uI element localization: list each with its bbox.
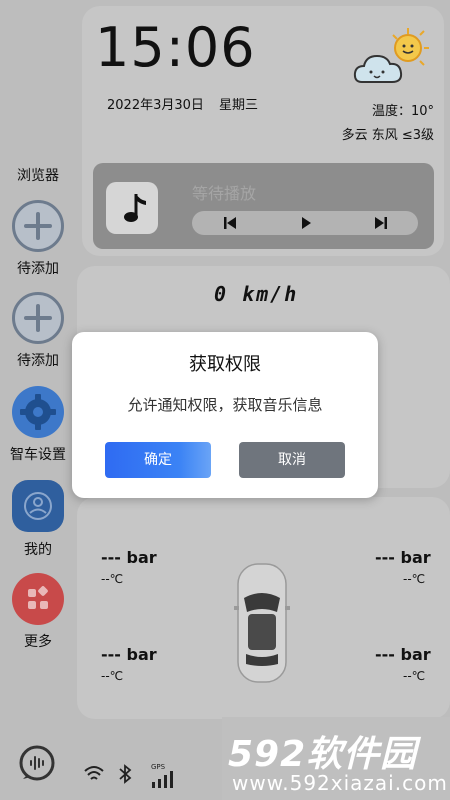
previous-track-icon[interactable] bbox=[222, 215, 238, 231]
sidebar-item-car-settings-label[interactable]: 智车设置 bbox=[0, 444, 76, 464]
clock-time: 15:06 bbox=[95, 16, 256, 79]
voice-assistant-icon[interactable] bbox=[18, 744, 56, 782]
watermark-url: www.592xiazai.com bbox=[232, 771, 448, 795]
bluetooth-icon bbox=[117, 764, 133, 784]
sidebar-item-add-2-label[interactable]: 待添加 bbox=[0, 350, 76, 370]
cloud-sun-icon bbox=[352, 26, 430, 92]
next-track-icon[interactable] bbox=[373, 215, 389, 231]
confirm-button[interactable]: 确定 bbox=[105, 442, 211, 478]
signal-strength-icon bbox=[150, 770, 178, 788]
temperature-text: 温度：10° bbox=[371, 104, 434, 119]
apps-more-icon[interactable] bbox=[12, 573, 64, 625]
tire-rear-left-temp: --℃ bbox=[101, 669, 124, 683]
weekday-text: 星期三 bbox=[219, 98, 259, 113]
music-status-text: 等待播放 bbox=[192, 184, 257, 203]
wifi-icon bbox=[83, 765, 105, 783]
tire-front-left-pressure: --- bar bbox=[101, 548, 157, 567]
sidebar-item-add-1-label[interactable]: 待添加 bbox=[0, 258, 76, 278]
user-icon[interactable] bbox=[12, 480, 64, 532]
music-note-icon bbox=[106, 182, 158, 234]
add-shortcut-2-icon[interactable] bbox=[12, 292, 64, 344]
tire-rear-right-pressure: --- bar bbox=[375, 645, 431, 664]
watermark-brand: 592软件园 bbox=[228, 734, 418, 775]
play-icon[interactable] bbox=[298, 215, 314, 231]
sidebar-browser-label[interactable]: 浏览器 bbox=[0, 165, 76, 185]
permission-dialog: 获取权限 允许通知权限，获取音乐信息 确定 取消 bbox=[72, 332, 378, 498]
car-top-view-icon bbox=[232, 560, 292, 686]
dialog-message: 允许通知权限，获取音乐信息 bbox=[127, 396, 323, 414]
tire-front-right-pressure: --- bar bbox=[375, 548, 431, 567]
tire-front-right-temp: --℃ bbox=[403, 572, 426, 586]
cancel-button[interactable]: 取消 bbox=[239, 442, 345, 478]
date-text: 2022年3月30日 bbox=[107, 98, 204, 113]
dialog-title: 获取权限 bbox=[189, 354, 261, 375]
speed-text: 0 km/h bbox=[214, 282, 299, 306]
watermark: 592软件园 www.592xiazai.com bbox=[222, 717, 450, 800]
sidebar-item-more-label[interactable]: 更多 bbox=[0, 631, 76, 651]
sidebar-item-mine-label[interactable]: 我的 bbox=[0, 539, 76, 559]
tire-rear-left-pressure: --- bar bbox=[101, 645, 157, 664]
weather-condition-text: 多云 东风 ≤3级 bbox=[341, 128, 434, 143]
gear-icon[interactable] bbox=[12, 386, 64, 438]
add-shortcut-1-icon[interactable] bbox=[12, 200, 64, 252]
tire-front-left-temp: --℃ bbox=[101, 572, 124, 586]
tire-rear-right-temp: --℃ bbox=[403, 669, 426, 683]
